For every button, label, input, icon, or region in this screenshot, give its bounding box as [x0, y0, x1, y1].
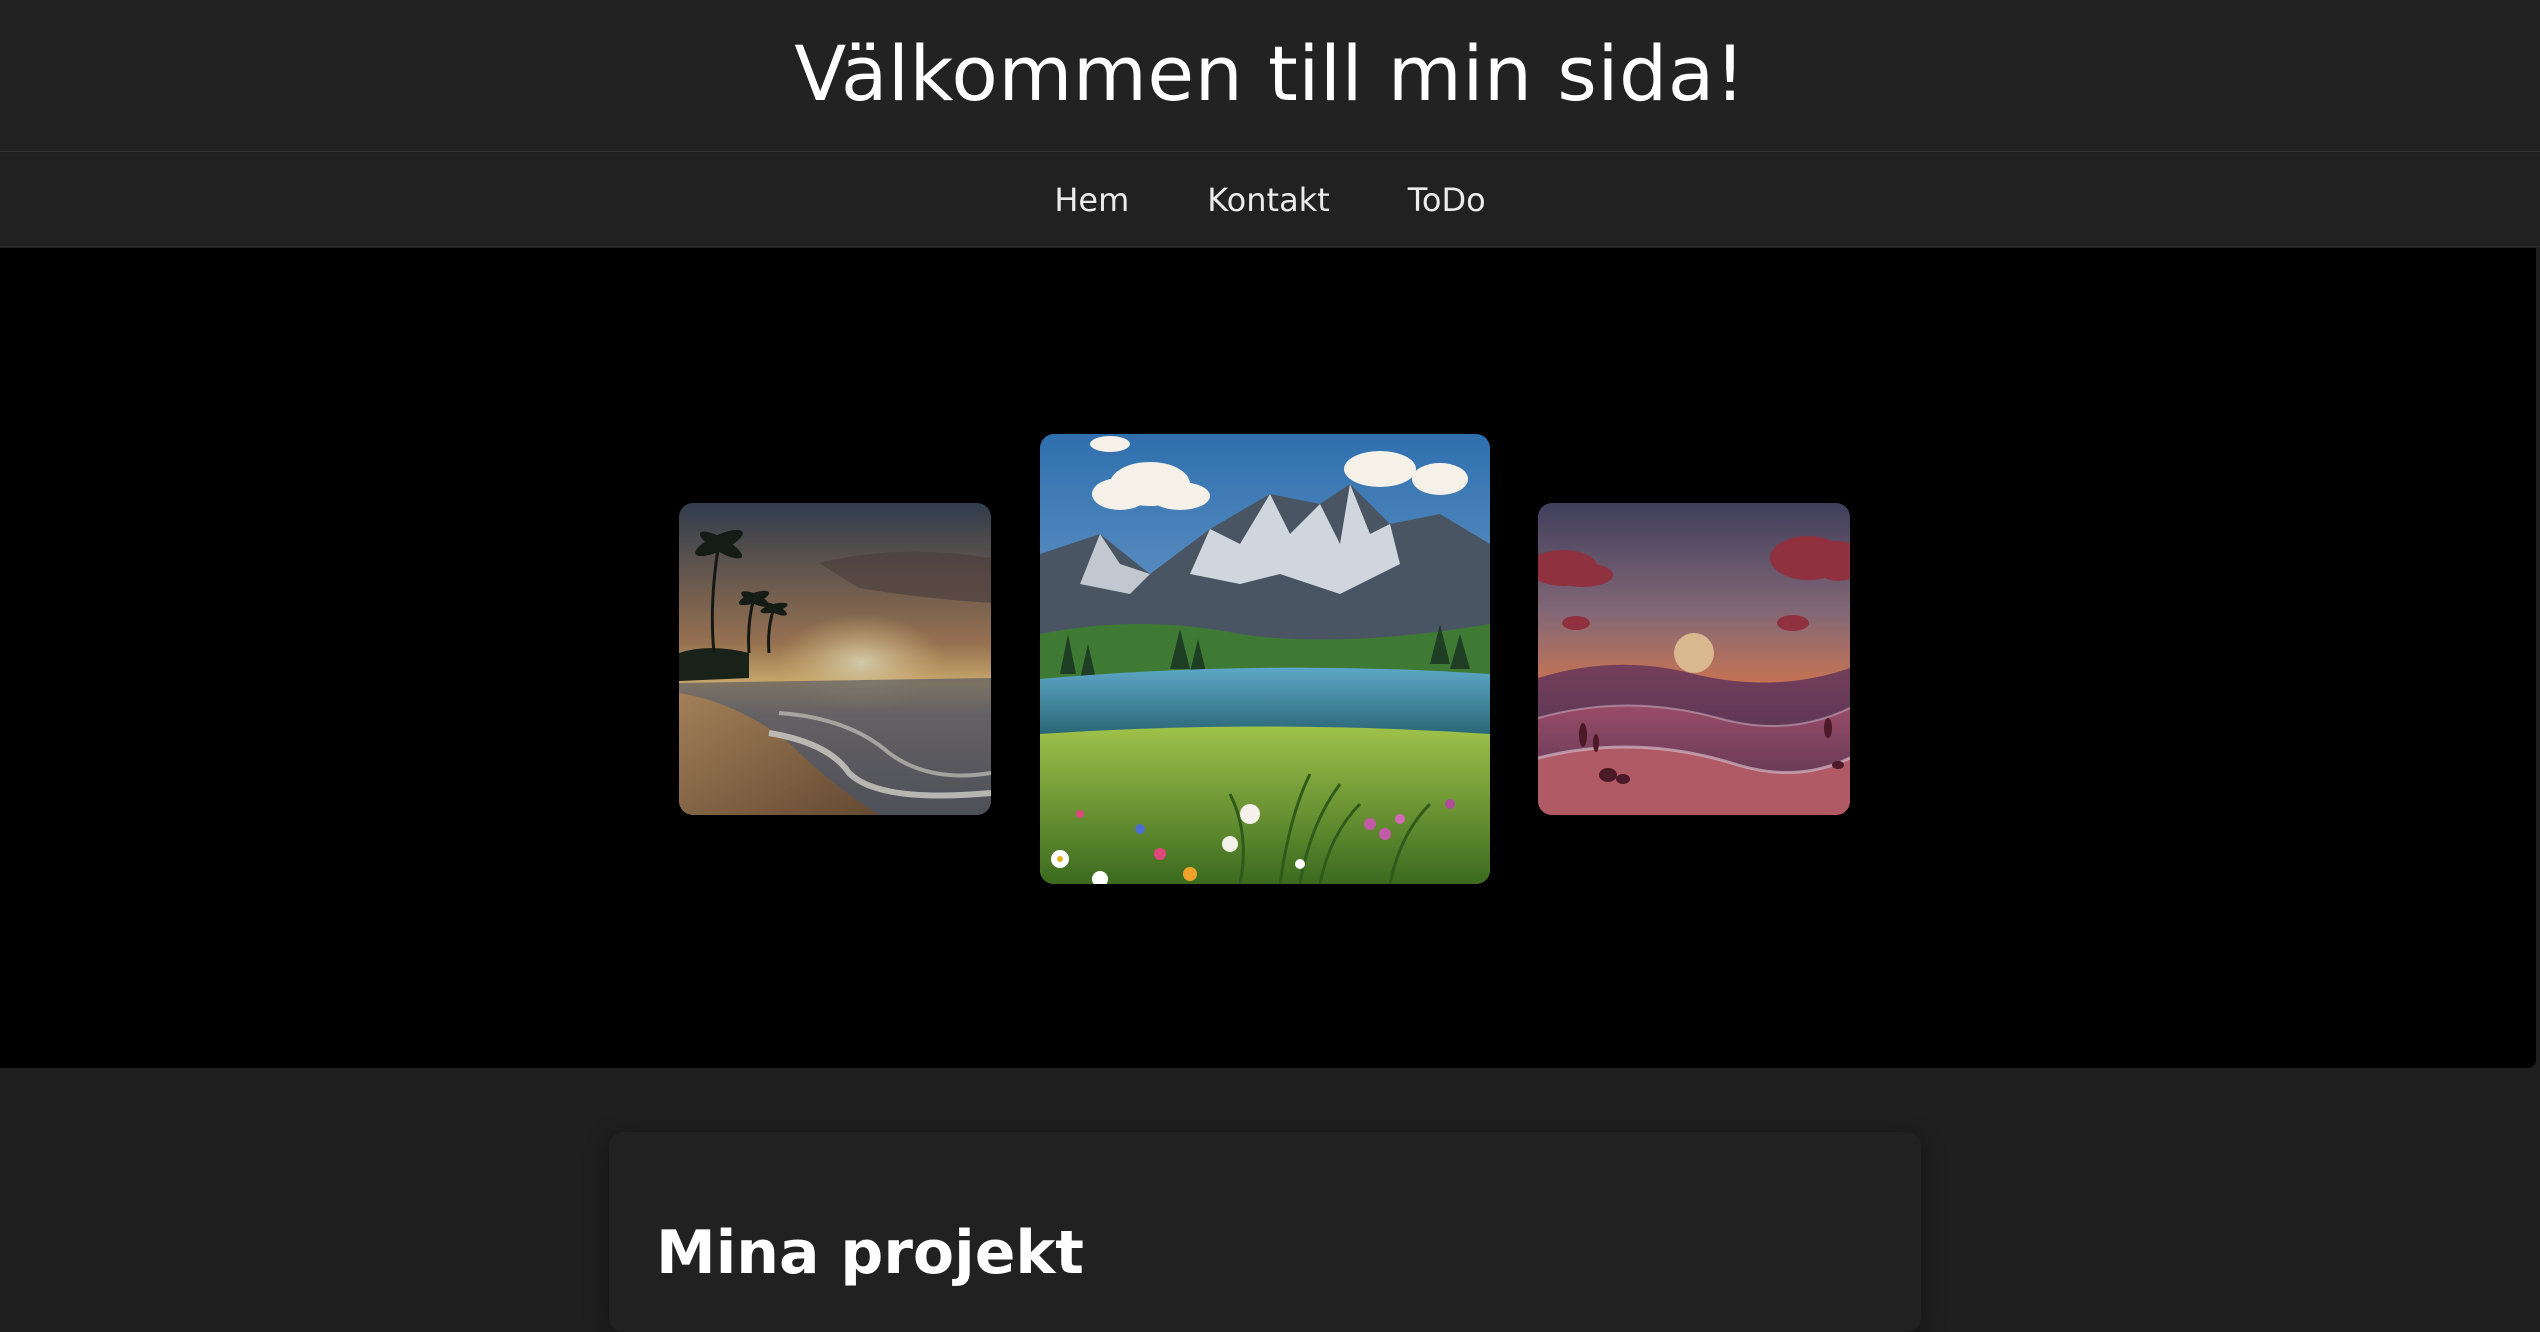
carousel-slide-mountain[interactable]	[1040, 434, 1490, 884]
mountain-lake-image	[1040, 434, 1490, 884]
nav-link-hem[interactable]: Hem	[1054, 181, 1129, 219]
page-title: Välkommen till min sida!	[794, 29, 1746, 118]
dunes-sunset-image	[1538, 503, 1850, 815]
projects-card: Mina projekt	[609, 1132, 1921, 1332]
nav-link-todo[interactable]: ToDo	[1408, 181, 1486, 219]
beach-sunset-image	[679, 503, 991, 815]
image-carousel	[0, 248, 2536, 1068]
site-header: Välkommen till min sida!	[0, 0, 2540, 152]
nav-link-kontakt[interactable]: Kontakt	[1207, 181, 1329, 219]
carousel-slide-dunes[interactable]	[1538, 503, 1850, 815]
carousel-slide-beach[interactable]	[679, 503, 991, 815]
main-nav: Hem Kontakt ToDo	[0, 153, 2540, 247]
projects-heading: Mina projekt	[656, 1218, 1084, 1288]
